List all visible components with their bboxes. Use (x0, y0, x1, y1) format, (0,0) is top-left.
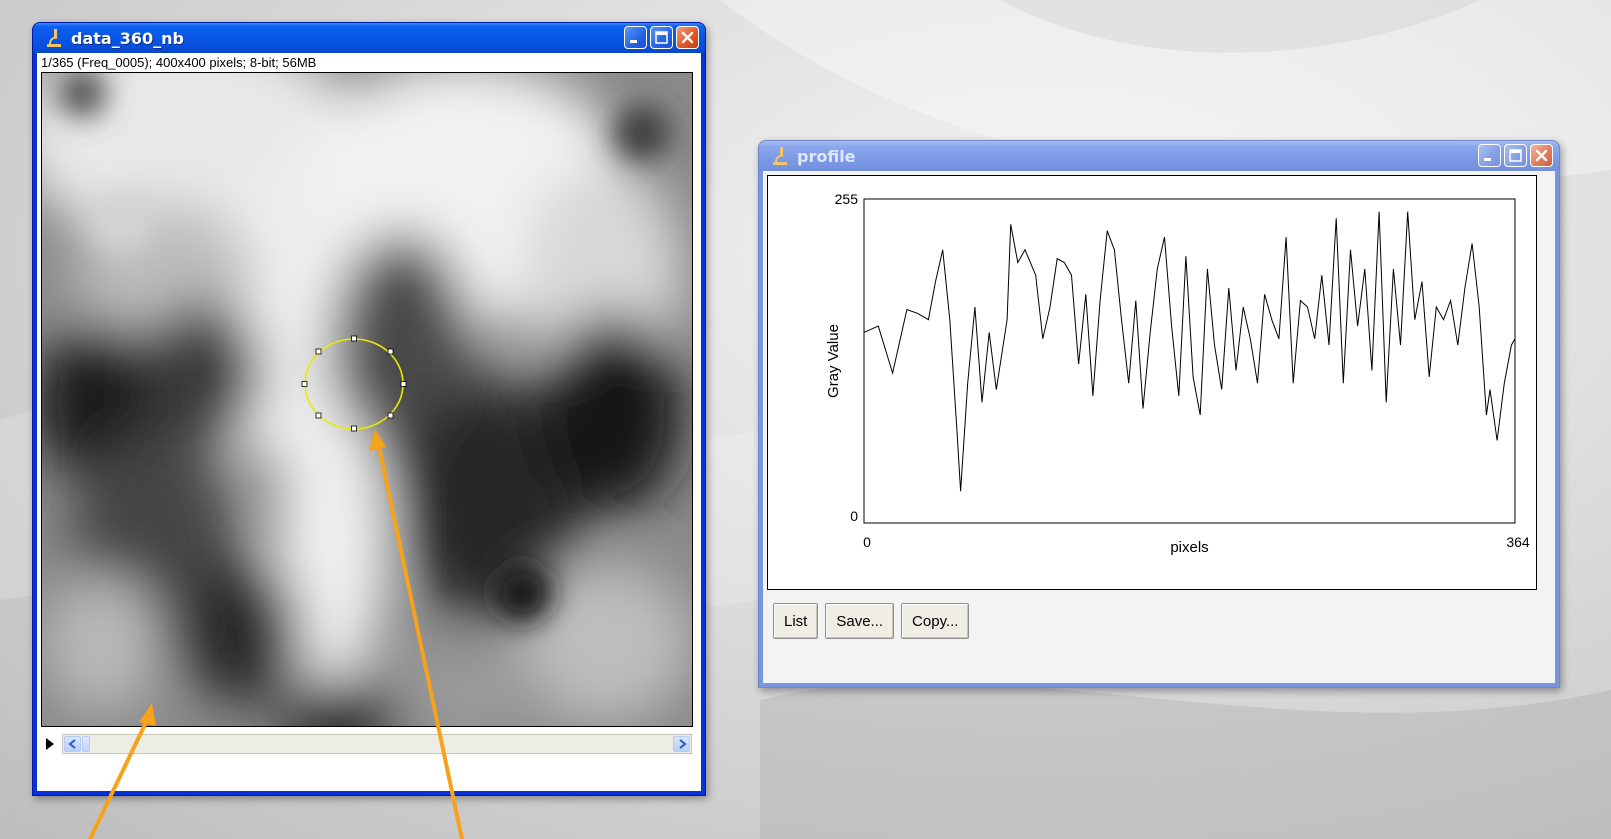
profile-window-body: 255 0 0 364 pixels Gray Value List Save.… (763, 171, 1555, 683)
y-tick-label-min: 0 (850, 508, 858, 524)
list-button[interactable]: List (773, 603, 819, 639)
close-button[interactable] (1530, 144, 1553, 167)
play-animation-icon[interactable] (46, 738, 54, 750)
profile-window: profile 255 0 0 364 pixels Gray Value Li… (758, 140, 1560, 688)
image-window: data_360_nb 1/365 (Freq_0005); 400x400 p… (32, 22, 706, 796)
profile-window-titlebar[interactable]: profile (759, 141, 1559, 171)
stack-slider-row (37, 732, 699, 756)
maximize-button[interactable] (650, 26, 673, 49)
scroll-left-button[interactable] (64, 736, 81, 752)
grayscale-image (42, 73, 692, 726)
close-icon (681, 31, 694, 44)
profile-window-title: profile (797, 146, 856, 166)
minimize-button[interactable] (1478, 144, 1501, 167)
x-tick-label-max: 364 (1506, 534, 1530, 550)
image-window-titlebar[interactable]: data_360_nb (33, 23, 705, 53)
minimize-button[interactable] (624, 26, 647, 49)
close-icon (1535, 149, 1548, 162)
image-window-title: data_360_nb (71, 28, 184, 48)
save-button[interactable]: Save... (825, 603, 895, 639)
close-button[interactable] (676, 26, 699, 49)
y-axis-label: Gray Value (825, 324, 842, 398)
chevron-left-icon (68, 739, 76, 749)
microscope-icon (773, 147, 787, 165)
image-info-line: 1/365 (Freq_0005); 400x400 pixels; 8-bit… (41, 55, 317, 70)
minimize-icon (1484, 158, 1491, 161)
x-axis-label: pixels (1170, 539, 1208, 556)
microscope-icon (47, 29, 61, 47)
scroll-thumb[interactable] (82, 736, 90, 752)
profile-button-row: List Save... Copy... (773, 603, 970, 639)
chevron-right-icon (679, 739, 687, 749)
plot-area: 255 0 0 364 pixels Gray Value (767, 175, 1537, 590)
x-tick-label-min: 0 (863, 534, 871, 550)
maximize-button[interactable] (1504, 144, 1527, 167)
minimize-icon (630, 40, 637, 43)
maximize-icon (655, 31, 668, 44)
series-line (863, 211, 1516, 492)
scroll-right-button[interactable] (673, 736, 690, 752)
profile-plot: 255 0 0 364 pixels Gray Value (825, 191, 1530, 556)
image-window-body: 1/365 (Freq_0005); 400x400 pixels; 8-bit… (37, 53, 701, 791)
copy-button[interactable]: Copy... (901, 603, 970, 639)
stack-scrollbar[interactable] (62, 734, 692, 754)
image-canvas[interactable] (41, 72, 693, 727)
y-tick-label-max: 255 (835, 191, 859, 207)
maximize-icon (1509, 149, 1522, 162)
